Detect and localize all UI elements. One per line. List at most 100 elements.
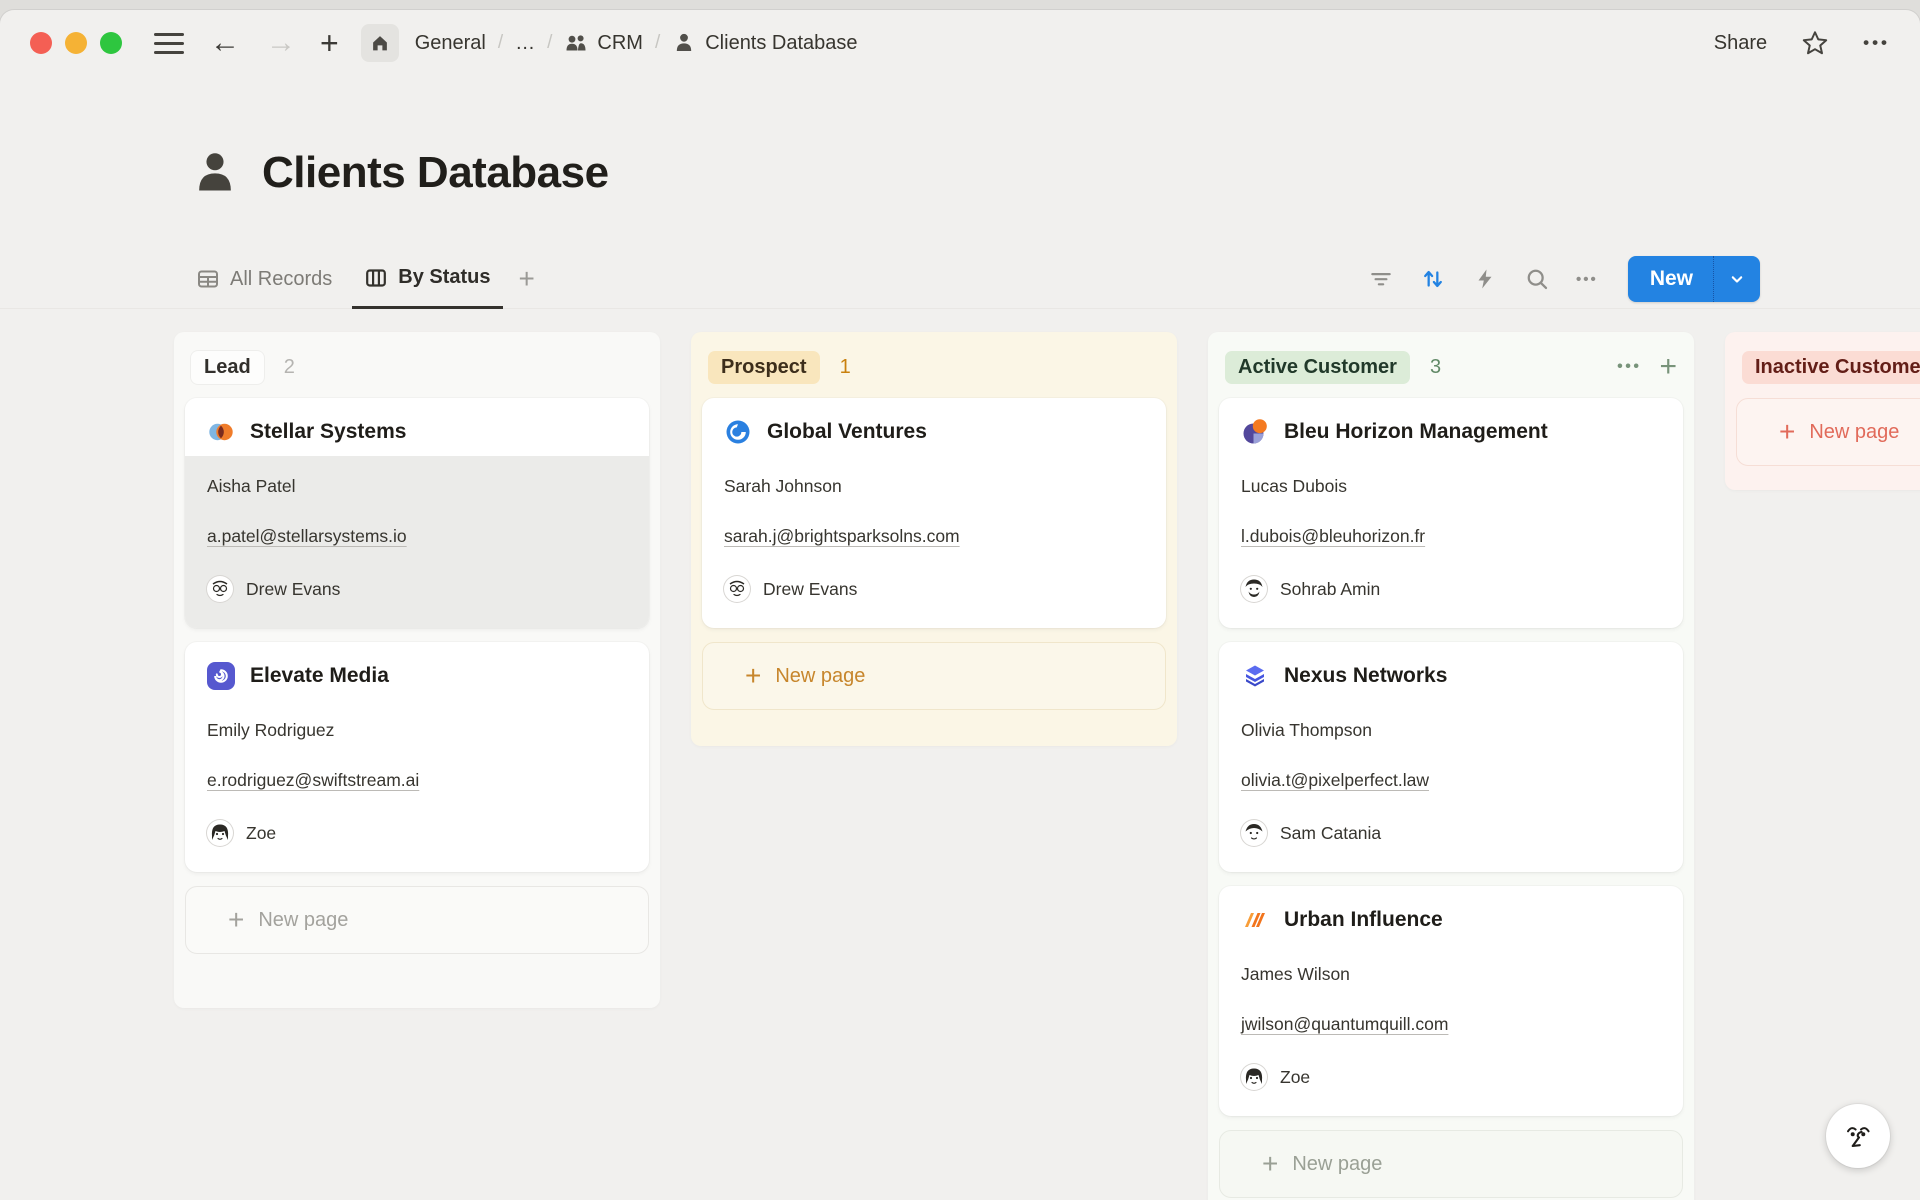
- home-button[interactable]: [361, 24, 399, 62]
- window-controls: [30, 32, 122, 54]
- toolbar-controls: ••• New: [1368, 249, 1760, 309]
- breadcrumb-separator: /: [547, 32, 552, 54]
- contact-email-link[interactable]: sarah.j@brightsparksolns.com: [724, 526, 1144, 547]
- tab-all-records[interactable]: All Records: [184, 250, 344, 309]
- swirl-globe-icon: [724, 418, 752, 446]
- new-tab-plus-icon[interactable]: +: [320, 25, 339, 62]
- filter-icon[interactable]: [1368, 266, 1394, 292]
- column-prospect: Prospect 1 Global Ventures Sarah Johnson…: [691, 332, 1177, 746]
- close-window-button[interactable]: [30, 32, 52, 54]
- assistant-face-button[interactable]: [1826, 1104, 1890, 1168]
- new-page-button-lead[interactable]: + New page: [185, 886, 649, 954]
- zoom-window-button[interactable]: [100, 32, 122, 54]
- column-add-card-icon[interactable]: +: [1659, 352, 1677, 382]
- minimize-window-button[interactable]: [65, 32, 87, 54]
- breadcrumb-clients-database[interactable]: Clients Database: [672, 31, 857, 55]
- table-icon: [196, 267, 220, 291]
- view-tabs: All Records By Status +: [184, 249, 543, 309]
- column-header-active-customer: Active Customer 3 ••• +: [1219, 344, 1683, 390]
- tab-by-status[interactable]: By Status: [352, 250, 502, 309]
- people-icon: [564, 31, 588, 55]
- contact-email-link[interactable]: jwilson@quantumquill.com: [1241, 1014, 1661, 1035]
- owner-row: Sam Catania: [1241, 820, 1661, 846]
- menu-icon[interactable]: [154, 33, 184, 54]
- favorite-star-icon[interactable]: [1801, 29, 1829, 57]
- card-title: Urban Influence: [1284, 908, 1443, 932]
- column-count: 3: [1430, 356, 1441, 379]
- owner-row: Drew Evans: [724, 576, 1144, 602]
- column-count: 1: [840, 356, 851, 379]
- contact-email-link[interactable]: e.rodriguez@swiftstream.ai: [207, 770, 627, 791]
- card-global-ventures[interactable]: Global Ventures Sarah Johnson sarah.j@br…: [702, 398, 1166, 628]
- card-title: Elevate Media: [250, 664, 389, 688]
- card-urban-influence[interactable]: Urban Influence James Wilson jwilson@qua…: [1219, 886, 1683, 1116]
- person-icon: [190, 148, 240, 198]
- column-active-customer: Active Customer 3 ••• + Bleu Horizon Man…: [1208, 332, 1694, 1200]
- column-header-lead: Lead 2: [185, 344, 649, 390]
- status-badge-inactive-customer[interactable]: Inactive Customer: [1742, 351, 1920, 384]
- back-arrow-icon[interactable]: ←: [210, 28, 240, 58]
- column-options-icon[interactable]: •••: [1617, 358, 1641, 376]
- sohrab-avatar: [1241, 576, 1267, 602]
- breadcrumb: General / … / CRM / Clients Database: [415, 31, 858, 55]
- owner-name: Zoe: [246, 823, 276, 844]
- zoe-avatar: [207, 820, 233, 846]
- owner-name: Drew Evans: [763, 579, 857, 600]
- breadcrumb-crm[interactable]: CRM: [564, 31, 643, 55]
- more-options-icon[interactable]: •••: [1863, 33, 1890, 53]
- contact-email-link[interactable]: olivia.t@pixelperfect.law: [1241, 770, 1661, 791]
- page-header: Clients Database: [190, 148, 609, 198]
- new-button-label: New: [1628, 267, 1713, 291]
- forward-arrow-icon[interactable]: →: [266, 28, 296, 58]
- contact-name: Olivia Thompson: [1241, 720, 1661, 741]
- owner-row: Drew Evans: [207, 576, 627, 602]
- stripes-icon: [1241, 906, 1269, 934]
- breadcrumb-ellipsis[interactable]: …: [515, 32, 535, 55]
- chevron-down-icon[interactable]: [1714, 269, 1760, 289]
- sam-avatar: [1241, 820, 1267, 846]
- new-page-button-active-customer[interactable]: + New page: [1219, 1130, 1683, 1198]
- contact-email-link[interactable]: a.patel@stellarsystems.io: [207, 526, 627, 547]
- card-title: Nexus Networks: [1284, 664, 1447, 688]
- contact-email-link[interactable]: l.dubois@bleuhorizon.fr: [1241, 526, 1661, 547]
- breadcrumb-general[interactable]: General: [415, 32, 486, 55]
- contact-name: Aisha Patel: [207, 476, 627, 497]
- view-toolbar: All Records By Status + ••• New: [0, 249, 1920, 309]
- zoe-avatar: [1241, 1064, 1267, 1090]
- search-icon[interactable]: [1524, 266, 1550, 292]
- new-record-button[interactable]: New: [1628, 256, 1760, 302]
- plus-icon: +: [1262, 1150, 1278, 1178]
- column-header-prospect: Prospect 1: [702, 344, 1166, 390]
- owner-name: Sohrab Amin: [1280, 579, 1380, 600]
- owner-row: Sohrab Amin: [1241, 576, 1661, 602]
- view-options-icon[interactable]: •••: [1576, 271, 1598, 288]
- owner-name: Zoe: [1280, 1067, 1310, 1088]
- titlebar: ← → + General / … / CRM / Clients Databa…: [0, 10, 1920, 76]
- column-count: 2: [284, 356, 295, 379]
- contact-name: Lucas Dubois: [1241, 476, 1661, 497]
- new-page-button-inactive-customer[interactable]: + New page: [1736, 398, 1920, 466]
- card-elevate-media[interactable]: Elevate Media Emily Rodriguez e.rodrigue…: [185, 642, 649, 872]
- new-page-button-prospect[interactable]: + New page: [702, 642, 1166, 710]
- venn-diagram-icon: [207, 418, 235, 446]
- pie-circle-icon: [1241, 418, 1269, 446]
- card-nexus-networks[interactable]: Nexus Networks Olivia Thompson olivia.t@…: [1219, 642, 1683, 872]
- contact-name: Sarah Johnson: [724, 476, 1144, 497]
- person-icon: [672, 31, 696, 55]
- card-title: Global Ventures: [767, 420, 927, 444]
- drew-avatar: [724, 576, 750, 602]
- card-bleu-horizon-management[interactable]: Bleu Horizon Management Lucas Dubois l.d…: [1219, 398, 1683, 628]
- automation-bolt-icon[interactable]: [1472, 266, 1498, 292]
- sort-icon[interactable]: [1420, 266, 1446, 292]
- status-badge-prospect[interactable]: Prospect: [708, 351, 820, 384]
- status-badge-active-customer[interactable]: Active Customer: [1225, 351, 1410, 384]
- face-icon: [1838, 1116, 1878, 1156]
- card-stellar-systems[interactable]: Stellar Systems Aisha Patel a.patel@stel…: [185, 398, 649, 628]
- column-inactive-customer: Inactive Customer + New page: [1725, 332, 1920, 490]
- page-title: Clients Database: [262, 148, 609, 198]
- owner-row: Zoe: [207, 820, 627, 846]
- contact-name: James Wilson: [1241, 964, 1661, 985]
- share-button[interactable]: Share: [1714, 32, 1767, 55]
- status-badge-lead[interactable]: Lead: [191, 351, 264, 384]
- add-view-plus-icon[interactable]: +: [511, 263, 543, 295]
